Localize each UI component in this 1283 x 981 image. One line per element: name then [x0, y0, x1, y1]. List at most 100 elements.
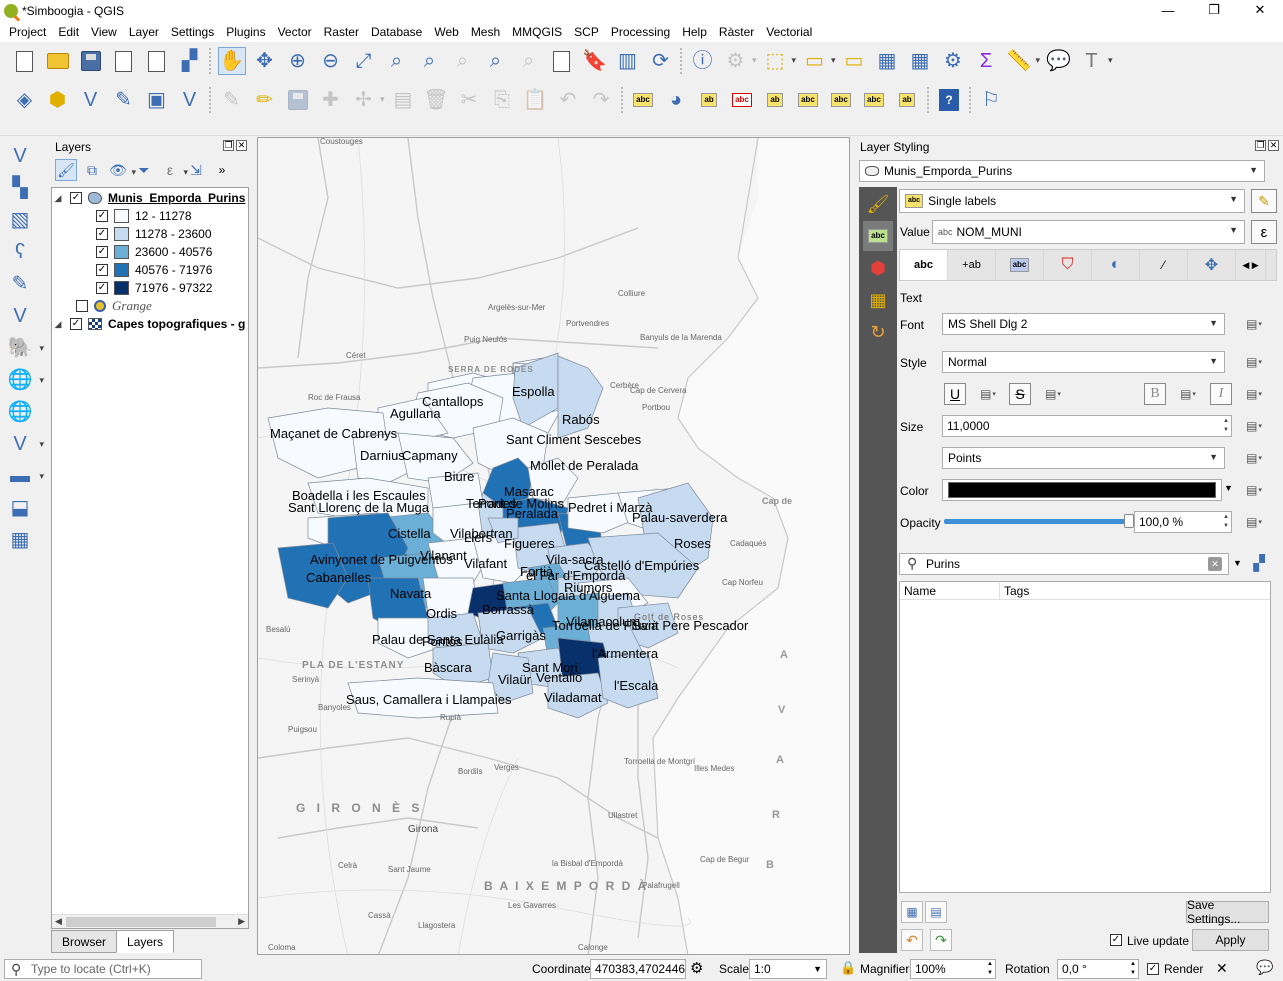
rotate-label-button[interactable]: abc	[794, 86, 822, 114]
style-search-input[interactable]: ⚲ Purins ✕	[899, 553, 1229, 575]
add-delimited-text-button[interactable]: ʕ	[6, 239, 34, 265]
symbology-tab[interactable]: 🖌	[863, 189, 893, 219]
scroll-right-icon[interactable]: ▶	[238, 916, 245, 927]
change-label-button[interactable]: abc	[827, 86, 855, 114]
callouts-tab[interactable]: ⁄	[1140, 250, 1188, 280]
statistics-button[interactable]: Σ	[972, 47, 1000, 75]
menu-processing[interactable]: Processing	[605, 22, 676, 42]
background-tab[interactable]: ⛉	[1044, 250, 1092, 280]
layout-manager-button[interactable]	[143, 47, 171, 75]
save-settings-button[interactable]: Save Settings...	[1186, 898, 1269, 926]
zoom-full-button[interactable]: ⤢	[350, 47, 378, 75]
float-panel-button[interactable]: ❐	[1255, 140, 1266, 151]
layer-visibility-checkbox[interactable]	[70, 318, 82, 330]
new-geopackage-button[interactable]: ⬢	[44, 86, 72, 114]
undo-button[interactable]: ↶	[554, 86, 582, 114]
tab-scroll-buttons[interactable]: ◀ ▶	[1236, 250, 1266, 280]
collapse-arrow-icon[interactable]: ◢	[52, 193, 64, 204]
menu-edit[interactable]: Edit	[52, 22, 85, 42]
add-raster-layer-button[interactable]: ▚	[6, 175, 34, 201]
strikeout-override-button[interactable]	[1043, 385, 1063, 403]
icon-view-button[interactable]: ▦	[901, 901, 923, 923]
mask-tab[interactable]: ▦	[863, 285, 893, 315]
help-button[interactable]: ?	[935, 86, 963, 114]
size-override-button[interactable]	[1244, 417, 1264, 435]
modify-attributes-button[interactable]: ▤	[389, 86, 417, 114]
copy-features-button[interactable]: ⎘	[488, 86, 516, 114]
underline-override-button[interactable]	[978, 385, 998, 403]
crs-icon[interactable]: ✕	[1216, 960, 1228, 977]
show-bookmarks-button[interactable]: ▥	[614, 47, 642, 75]
zoom-next-button[interactable]: ⌕	[515, 47, 543, 75]
add-oracle-button[interactable]: ⬓	[6, 495, 34, 521]
add-vector-button[interactable]: V	[176, 86, 204, 114]
paste-features-button[interactable]: 📋	[521, 86, 549, 114]
class-visibility-checkbox[interactable]	[96, 210, 108, 222]
text-settings-tab[interactable]: abc	[900, 250, 948, 280]
select-by-value-button[interactable]: ▭	[801, 47, 835, 75]
toggle-editing-button[interactable]: ✏	[251, 86, 279, 114]
style-manager-button[interactable]: ▞	[1247, 552, 1271, 576]
zoom-native-button[interactable]: ⌕	[449, 47, 477, 75]
identify-button[interactable]: ⓘ	[689, 47, 717, 75]
name-column-header[interactable]: Name	[900, 582, 1000, 599]
list-view-button[interactable]: ▤	[925, 901, 947, 923]
add-virtual-layer-button[interactable]: V	[6, 303, 34, 329]
label-mode-combo[interactable]: abc Single labels ▼	[899, 189, 1245, 213]
collapse-arrow-icon[interactable]: ◢	[52, 319, 64, 330]
labeling-button[interactable]: abc	[629, 86, 657, 114]
layer-visibility-checkbox[interactable]	[70, 192, 82, 204]
layer-visibility-checkbox[interactable]	[76, 300, 88, 312]
opacity-spinbox[interactable]: 100,0 % ▲ ▼	[1134, 511, 1232, 533]
deselect-button[interactable]: ▭	[840, 47, 868, 75]
apply-button[interactable]: Apply	[1192, 929, 1269, 951]
color-button[interactable]	[942, 479, 1222, 501]
field-calculator-button[interactable]: ▦	[906, 47, 934, 75]
lock-scale-icon[interactable]: 🔒	[840, 960, 856, 976]
horizontal-scrollbar[interactable]: ◀ ▶	[52, 914, 248, 928]
map-svg[interactable]: Coustouges Céret Roc de Frausa Cap de Ce…	[258, 138, 850, 955]
menu-layer[interactable]: Layer	[123, 22, 165, 42]
size-spinbox[interactable]: 11,0000 ▲ ▼	[942, 415, 1232, 437]
maximize-button[interactable]: ❐	[1191, 0, 1237, 20]
class-visibility-checkbox[interactable]	[96, 264, 108, 276]
messages-icon[interactable]: 💬	[1256, 959, 1273, 976]
processing-toolbox-button[interactable]: ⚙	[939, 47, 967, 75]
new-virtual-layer-button[interactable]: ▣	[143, 86, 171, 114]
add-vector-tile-button[interactable]: V	[6, 431, 44, 457]
magnifier-field[interactable]: 100% ▲ ▼	[910, 959, 996, 979]
spin-arrows-icon[interactable]: ▲ ▼	[1223, 417, 1229, 435]
style-override-button[interactable]	[1244, 353, 1264, 371]
scale-field[interactable]: 1:0 ▼	[749, 959, 827, 979]
font-override-button[interactable]	[1244, 315, 1264, 333]
italic-override-button[interactable]	[1244, 385, 1264, 403]
class-visibility-checkbox[interactable]	[96, 228, 108, 240]
3d-view-tab[interactable]: ⬢	[863, 253, 893, 283]
save-edits-button[interactable]	[284, 86, 312, 114]
history-tab[interactable]: ↻	[863, 317, 893, 347]
zoom-to-selection-button[interactable]: ⌕	[383, 47, 411, 75]
current-edits-button[interactable]: ✎	[218, 86, 246, 114]
label-properties-button[interactable]: abc	[860, 86, 888, 114]
tags-column-header[interactable]: Tags	[1000, 582, 1270, 599]
color-override-button[interactable]	[1244, 481, 1264, 499]
attribute-table-button[interactable]: ▦	[873, 47, 901, 75]
layer-select-combo[interactable]: Munis_Emporda_Purins ▼	[859, 160, 1265, 182]
underline-button[interactable]: U	[944, 383, 966, 405]
formatting-tab[interactable]: +ab	[948, 250, 996, 280]
add-spatialite-button[interactable]: ▬	[6, 463, 44, 489]
close-panel-button[interactable]: ✕	[1268, 140, 1279, 151]
pan-map-button[interactable]: ✋	[217, 47, 246, 75]
buffer-tab[interactable]: abc	[996, 250, 1044, 280]
label-rule-button[interactable]: ✎	[1251, 189, 1277, 213]
new-map-view-button[interactable]	[548, 47, 576, 75]
new-shapefile-button[interactable]: V	[77, 86, 105, 114]
legend-class-row[interactable]: 23600 - 40576	[52, 243, 248, 261]
delete-selected-button[interactable]: 🗑	[422, 86, 450, 114]
redo-style-button[interactable]: ↷	[930, 929, 952, 951]
new-bookmark-button[interactable]: 🔖	[581, 47, 609, 75]
spin-arrows-icon[interactable]: ▲ ▼	[1223, 513, 1229, 531]
add-wfs-button[interactable]: 🌐	[6, 399, 34, 425]
new-project-button[interactable]	[11, 47, 39, 75]
expression-button[interactable]: ε	[1251, 220, 1277, 244]
